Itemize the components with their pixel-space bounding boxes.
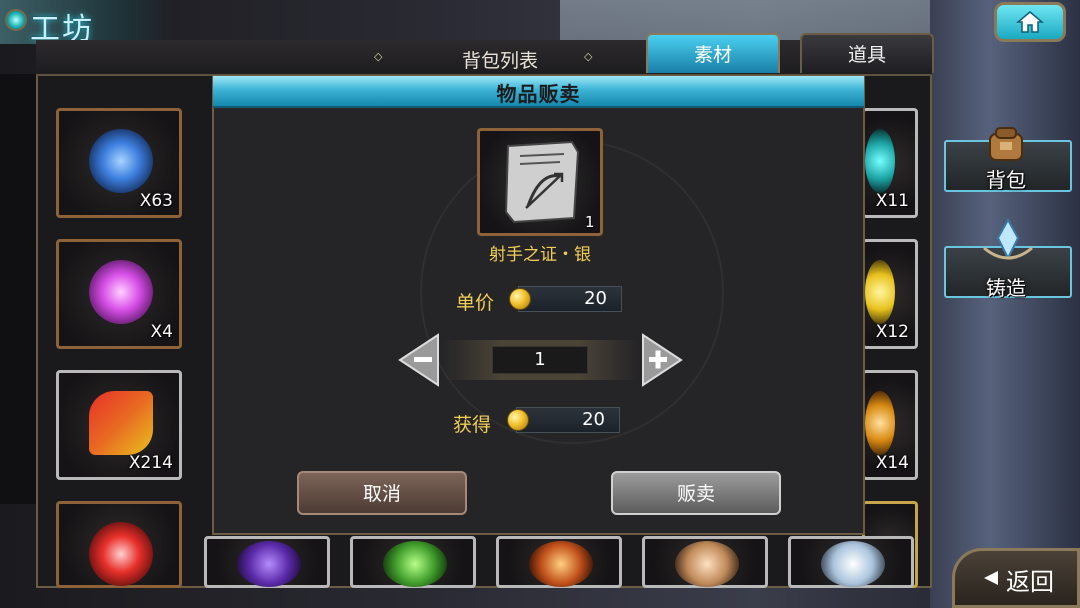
inventory-slot[interactable]: X63 bbox=[56, 108, 182, 218]
list-title: 背包列表 bbox=[461, 50, 538, 72]
slot-quantity: X11 bbox=[875, 191, 909, 211]
back-arrow-icon bbox=[984, 571, 998, 585]
plus-icon bbox=[642, 333, 683, 387]
home-button[interactable] bbox=[994, 2, 1066, 42]
gold-coin-icon bbox=[509, 288, 531, 310]
inventory-slot[interactable]: X11 bbox=[862, 108, 918, 218]
scroll-icon bbox=[504, 140, 580, 224]
gold-coin-icon bbox=[507, 409, 529, 431]
bag-button[interactable]: 背包 bbox=[944, 127, 1072, 192]
slot-quantity: X214 bbox=[128, 453, 173, 473]
purple-crystal-icon bbox=[89, 260, 153, 324]
tab-materials[interactable]: 素材 bbox=[646, 33, 780, 73]
inventory-slot[interactable]: X12 bbox=[862, 239, 918, 349]
inventory-slot[interactable]: X14 bbox=[862, 370, 918, 480]
crystal-forge-icon bbox=[983, 218, 1033, 261]
slot-quantity: X14 bbox=[875, 453, 909, 473]
sell-dialog-title: 物品贩卖 bbox=[496, 82, 581, 106]
inventory-slot[interactable]: X4 bbox=[56, 239, 182, 349]
minus-icon bbox=[398, 333, 439, 387]
home-icon bbox=[1016, 11, 1044, 33]
inventory-slot[interactable] bbox=[350, 536, 476, 588]
cancel-button[interactable]: 取消 bbox=[297, 471, 467, 515]
forge-button[interactable]: 铸造 bbox=[944, 218, 1072, 300]
decrease-quantity-button[interactable] bbox=[398, 333, 440, 387]
teal-crystal-icon bbox=[865, 129, 895, 193]
forge-label: 铸造 bbox=[986, 276, 1026, 300]
slot-quantity: X63 bbox=[139, 191, 173, 211]
orb-icon bbox=[5, 9, 27, 31]
diamond-ornament-left-icon: ◇ bbox=[374, 50, 383, 63]
flame-leaf-icon bbox=[89, 391, 153, 455]
increase-quantity-button[interactable] bbox=[641, 333, 683, 387]
background-curtain bbox=[930, 0, 1080, 608]
earn-value: 20 bbox=[516, 407, 620, 433]
ember-orb-icon bbox=[529, 541, 593, 587]
tab-items[interactable]: 道具 bbox=[800, 33, 934, 73]
amber-leaf-icon bbox=[865, 391, 895, 455]
back-label: 返回 bbox=[1006, 568, 1054, 596]
yellow-crystal-icon bbox=[865, 260, 895, 324]
selected-item-count: 1 bbox=[585, 213, 595, 231]
inventory-slot[interactable] bbox=[56, 501, 182, 588]
selected-item-name: 射手之证・银 bbox=[489, 245, 591, 265]
quantity-input[interactable]: 1 bbox=[492, 346, 588, 374]
unit-price-value: 20 bbox=[518, 286, 622, 312]
blue-crystal-icon bbox=[89, 129, 153, 193]
green-leaf-icon bbox=[383, 541, 447, 587]
diamond-ornament-right-icon: ◇ bbox=[584, 50, 593, 63]
sell-button[interactable]: 贩卖 bbox=[611, 471, 781, 515]
inventory-slot[interactable] bbox=[204, 536, 330, 588]
red-crystal-icon bbox=[89, 522, 153, 586]
bone-spike-icon bbox=[675, 541, 739, 587]
backpack-icon bbox=[989, 127, 1023, 161]
inventory-slot[interactable] bbox=[496, 536, 622, 588]
unit-price-label: 单价 bbox=[456, 292, 495, 314]
left-gutter bbox=[0, 74, 36, 504]
inventory-slot[interactable] bbox=[642, 536, 768, 588]
violet-insect-icon bbox=[237, 541, 301, 587]
slot-quantity: X12 bbox=[875, 322, 909, 342]
silver-claw-icon bbox=[821, 541, 885, 587]
slot-quantity: X4 bbox=[150, 322, 173, 342]
bag-label: 背包 bbox=[986, 168, 1026, 192]
inventory-slot[interactable]: X214 bbox=[56, 370, 182, 480]
earn-label: 获得 bbox=[453, 414, 492, 436]
inventory-slot[interactable] bbox=[788, 536, 914, 588]
